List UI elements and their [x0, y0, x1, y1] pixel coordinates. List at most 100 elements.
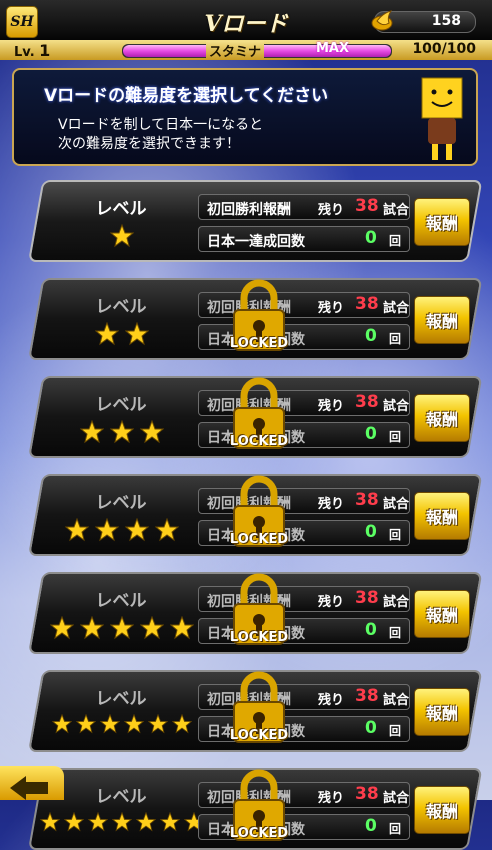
level-label: レベル	[95, 395, 147, 415]
champion-count-box: 日本一達成回数 0回	[198, 226, 410, 252]
level-row-7[interactable]: レベル初回勝利報酬残り38試合日本一達成回数0回報酬LOCKED	[14, 766, 483, 850]
star-icon	[124, 321, 150, 346]
reward-button[interactable]: 報酬	[414, 786, 470, 834]
level-prefix: Lv.	[14, 45, 35, 60]
stamina-label: スタミナ	[206, 41, 265, 60]
locked-label: LOCKED	[229, 434, 289, 449]
first-win-reward-box: 初回勝利報酬 残り 38 試合	[198, 194, 410, 220]
games-left-value: 38	[355, 490, 379, 510]
info-line-1: Vロードを制して日本一になると	[58, 117, 264, 133]
remaining-label: 残り	[318, 203, 345, 218]
lock-overlay: LOCKED	[224, 276, 294, 356]
back-arrow-icon	[10, 776, 48, 800]
count-unit: 回	[389, 626, 402, 640]
remaining-label: 残り	[318, 791, 345, 806]
level-label: レベル	[95, 493, 147, 513]
difficulty-stars	[28, 713, 212, 740]
star-icon	[171, 713, 193, 734]
star-icon	[111, 811, 133, 832]
level-indicator: Lv. 1	[14, 41, 50, 60]
difficulty-stars	[28, 223, 212, 250]
games-unit: 試合	[383, 693, 410, 708]
level-row-3[interactable]: レベル初回勝利報酬残り38試合日本一達成回数0回報酬LOCKED	[14, 374, 483, 458]
star-icon	[63, 811, 85, 832]
level-value: 1	[39, 41, 51, 60]
back-button[interactable]	[0, 766, 64, 800]
reward-button[interactable]: 報酬	[414, 590, 470, 638]
reward-button[interactable]: 報酬	[414, 688, 470, 736]
reward-button[interactable]: 報酬	[414, 296, 470, 344]
info-title: Vロードの難易度を選択してください	[44, 86, 329, 106]
remaining-label: 残り	[318, 693, 345, 708]
games-left-value: 38	[355, 392, 379, 412]
star-icon	[139, 419, 165, 444]
coin-counter: 158	[371, 10, 476, 33]
star-icon	[124, 517, 150, 542]
level-row-1[interactable]: レベル 初回勝利報酬 残り 38 試合 日本一達成回数 0 回報酬	[14, 180, 483, 262]
star-icon	[135, 811, 157, 832]
lock-overlay: LOCKED	[224, 570, 294, 650]
champion-count-value: 0	[365, 424, 377, 444]
stamina-value: 100/100	[412, 41, 476, 57]
lock-overlay: LOCKED	[224, 766, 294, 846]
level-row-4[interactable]: レベル初回勝利報酬残り38試合日本一達成回数0回報酬LOCKED	[14, 472, 483, 556]
star-icon	[123, 713, 145, 734]
games-unit: 試合	[383, 791, 410, 806]
info-line-2: 次の難易度を選択できます！	[58, 136, 240, 152]
remaining-label: 残り	[318, 301, 345, 316]
games-unit: 試合	[383, 497, 410, 512]
difficulty-stars	[28, 517, 212, 544]
lock-overlay: LOCKED	[224, 472, 294, 552]
locked-label: LOCKED	[229, 532, 289, 547]
first-win-label: 初回勝利報酬	[207, 202, 291, 218]
difficulty-stars	[28, 615, 212, 642]
star-icon	[64, 517, 90, 542]
count-unit: 回	[389, 724, 402, 738]
level-label: レベル	[95, 689, 147, 709]
difficulty-stars	[28, 321, 212, 348]
star-icon	[79, 615, 105, 640]
games-left-value: 38	[355, 784, 379, 804]
star-icon	[109, 419, 135, 444]
games-unit: 試合	[383, 301, 410, 316]
champion-count-value: 0	[365, 620, 377, 640]
level-row-5[interactable]: レベル初回勝利報酬残り38試合日本一達成回数0回報酬LOCKED	[14, 570, 483, 654]
champion-count-value: 0	[365, 228, 377, 248]
champion-count-value: 0	[365, 326, 377, 346]
locked-label: LOCKED	[229, 630, 289, 645]
level-label: レベル	[95, 199, 147, 219]
games-unit: 試合	[383, 399, 410, 414]
level-row-2[interactable]: レベル初回勝利報酬残り38試合日本一達成回数0回報酬LOCKED	[14, 276, 483, 360]
info-panel: Vロードの難易度を選択してください Vロードを制して日本一になると 次の難易度を…	[12, 68, 478, 166]
reward-button[interactable]: 報酬	[414, 198, 470, 246]
reward-button[interactable]: 報酬	[414, 492, 470, 540]
games-left-value: 38	[355, 686, 379, 706]
mascot-icon	[421, 77, 463, 160]
difficulty-stars	[28, 419, 212, 446]
level-label: レベル	[95, 297, 147, 317]
star-icon	[139, 615, 165, 640]
level-row-6[interactable]: レベル初回勝利報酬残り38試合日本一達成回数0回報酬LOCKED	[14, 668, 483, 752]
count-unit: 回	[389, 822, 402, 836]
locked-label: LOCKED	[229, 826, 289, 841]
reward-button[interactable]: 報酬	[414, 394, 470, 442]
level-label: レベル	[95, 591, 147, 611]
status-bar: Lv. 1 スタミナ MAX 100/100	[0, 40, 492, 60]
champion-count-value: 0	[365, 522, 377, 542]
star-icon	[147, 713, 169, 734]
remaining-label: 残り	[318, 497, 345, 512]
champion-count-value: 0	[365, 718, 377, 738]
star-icon	[75, 713, 97, 734]
games-left-value: 38	[355, 196, 379, 216]
star-icon	[94, 321, 120, 346]
star-icon	[154, 517, 180, 542]
remaining-label: 残り	[318, 595, 345, 610]
info-text: Vロードを制して日本一になると 次の難易度を選択できます！	[58, 116, 263, 154]
star-icon	[99, 713, 121, 734]
lock-overlay: LOCKED	[224, 374, 294, 454]
lock-overlay: LOCKED	[224, 668, 294, 748]
star-icon	[169, 615, 195, 640]
champion-label: 日本一達成回数	[207, 234, 305, 250]
games-unit: 試合	[383, 203, 410, 218]
star-icon	[159, 811, 181, 832]
